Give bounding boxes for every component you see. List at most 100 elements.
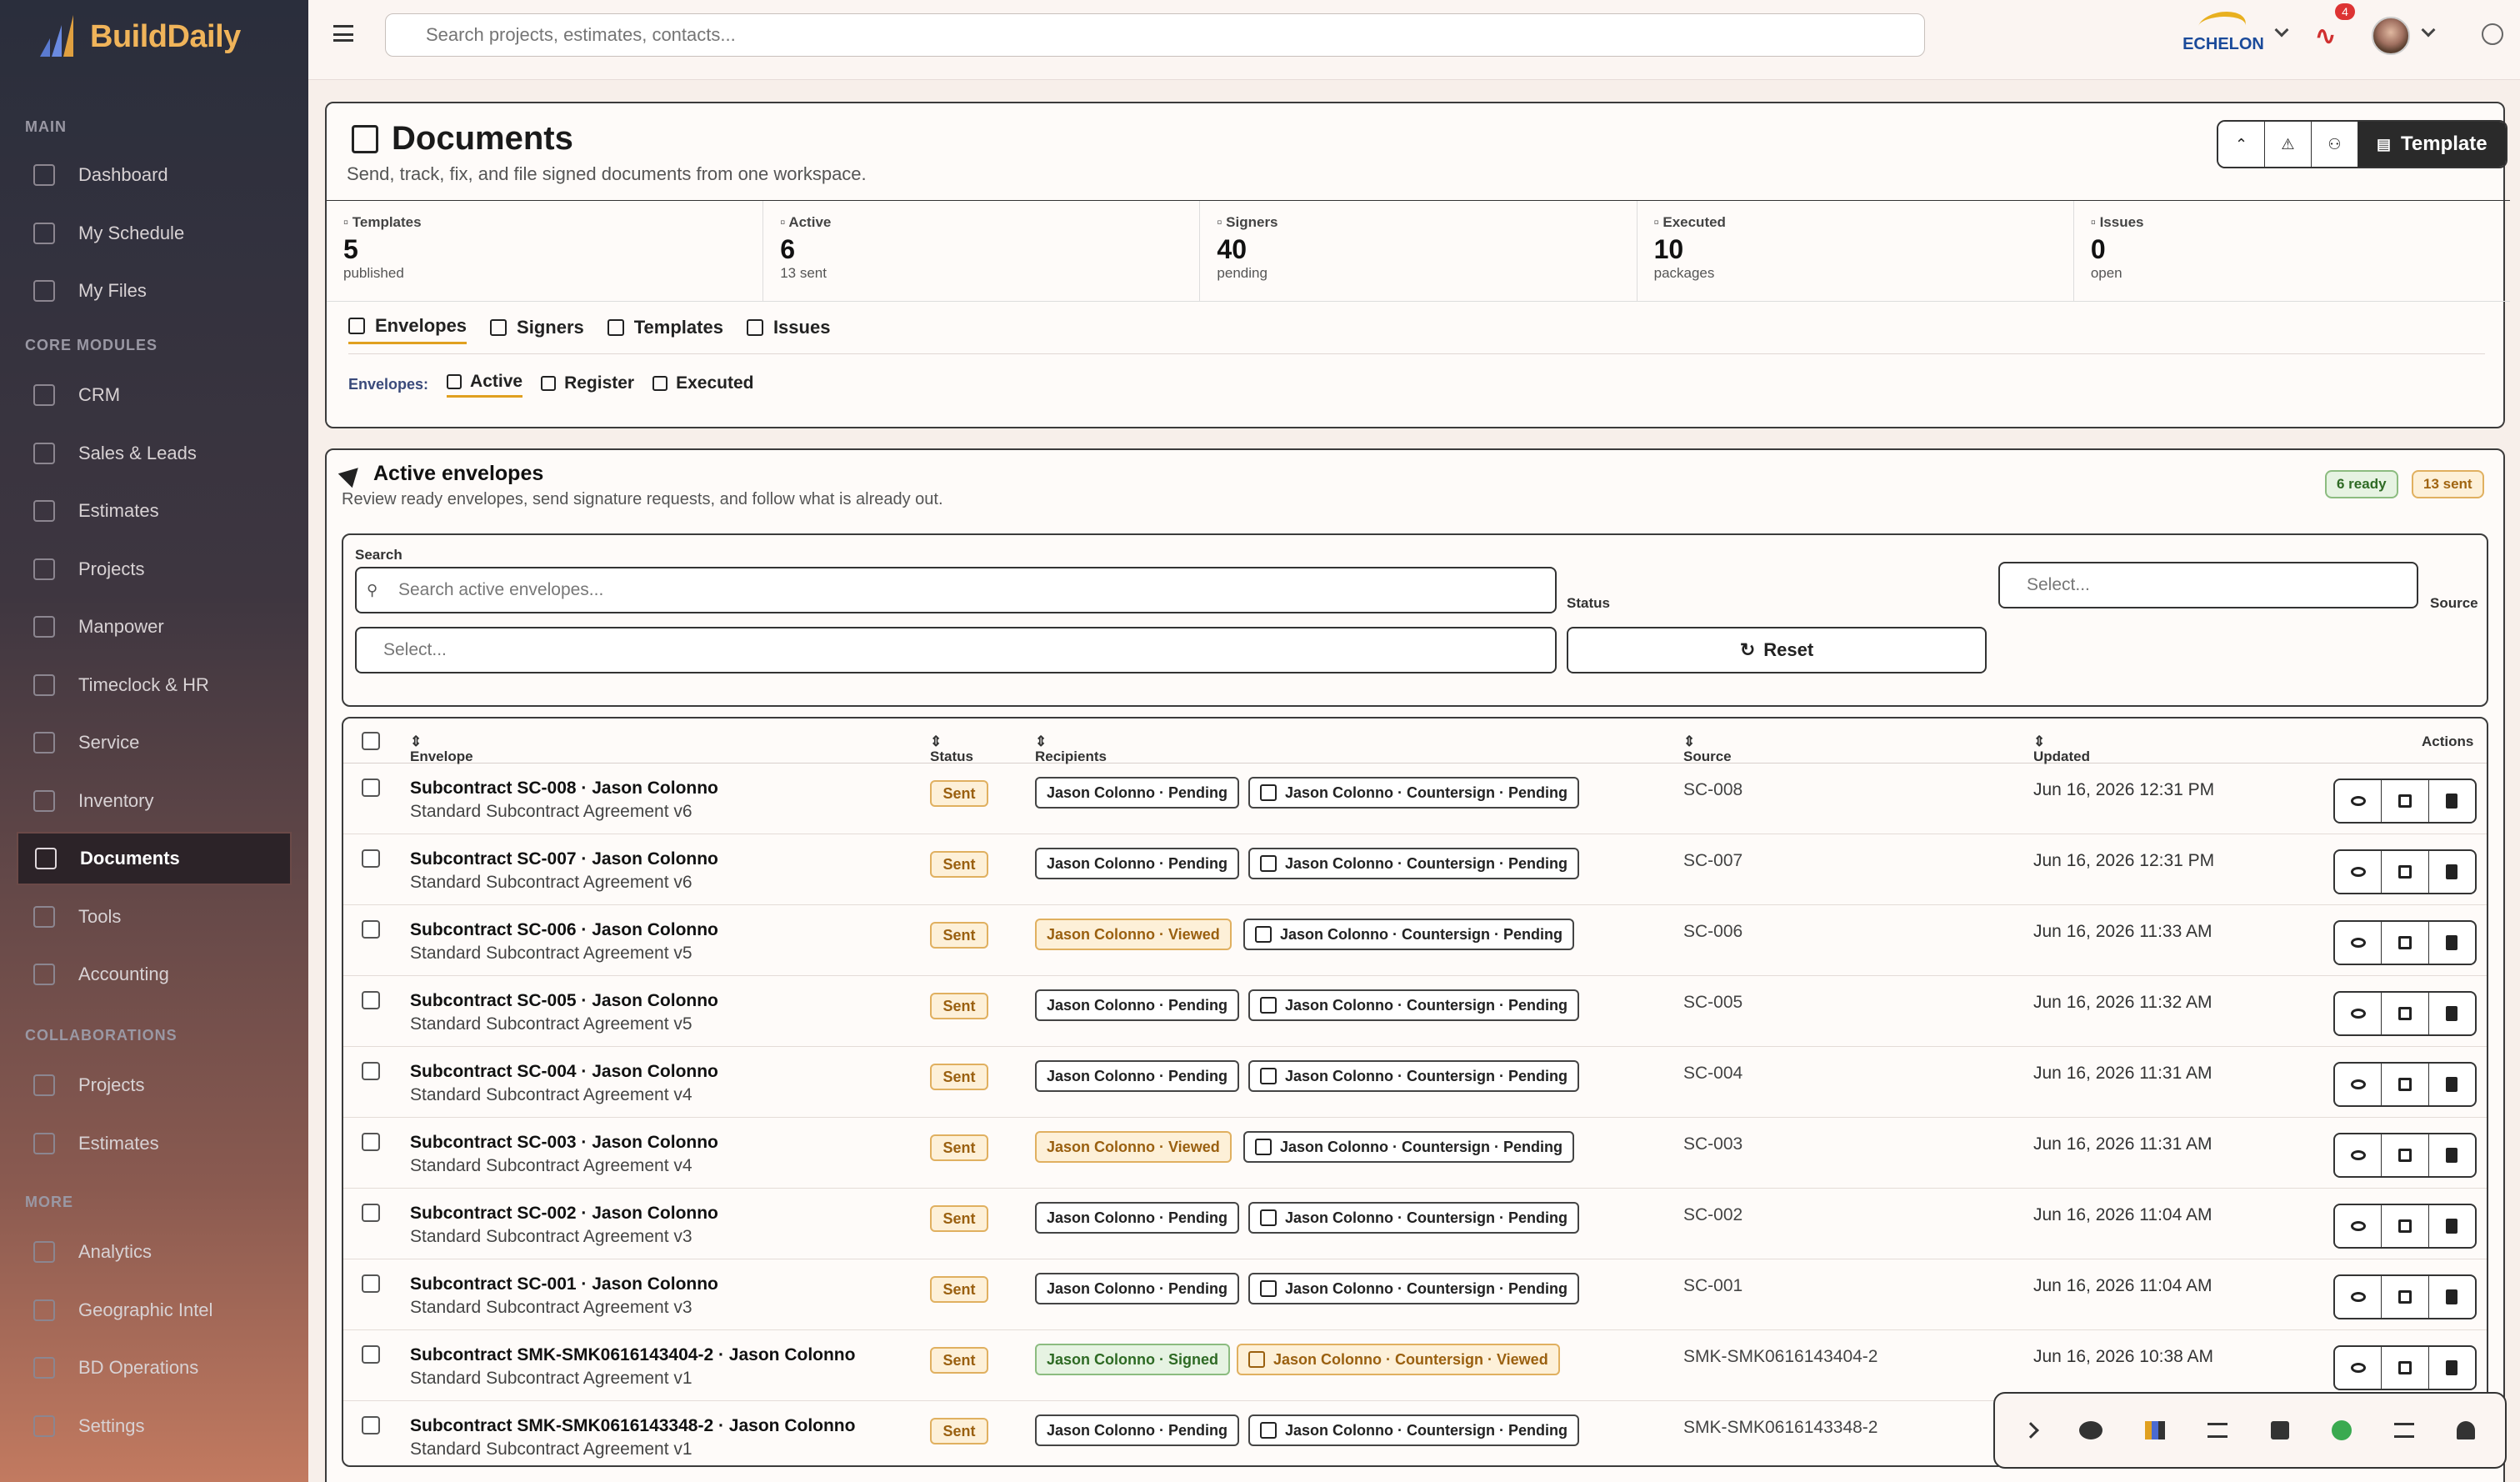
edit-button[interactable]: [2382, 851, 2429, 893]
sidebar-item-my-files[interactable]: My Files: [17, 264, 292, 318]
chevron-up-icon[interactable]: ⌃: [2218, 122, 2265, 167]
edit-button[interactable]: [2382, 1205, 2429, 1247]
chevron-down-icon[interactable]: [2274, 23, 2289, 38]
row-checkbox[interactable]: [362, 1133, 380, 1151]
countersign-badge[interactable]: Jason Colonno · Countersign · Pending: [1248, 1060, 1579, 1092]
countersign-badge[interactable]: Jason Colonno · Countersign · Pending: [1243, 1131, 1574, 1163]
edit-button[interactable]: [2382, 1276, 2429, 1318]
view-button[interactable]: [2335, 780, 2382, 822]
sidebar-item-sales-leads[interactable]: Sales & Leads: [17, 427, 292, 480]
table-row[interactable]: Subcontract SC-002 · Jason Colonno Standa…: [343, 1189, 2487, 1259]
chevron-down-icon[interactable]: [2421, 23, 2436, 38]
recipient-badge[interactable]: Jason Colonno · Pending: [1035, 1273, 1239, 1304]
pdf-button[interactable]: [2429, 1205, 2475, 1247]
col-status[interactable]: Status ⇕: [930, 733, 973, 764]
recipient-badge[interactable]: Jason Colonno · Viewed: [1035, 919, 1232, 950]
sidebar-item-projects[interactable]: Projects: [17, 1059, 292, 1112]
countersign-badge[interactable]: Jason Colonno · Countersign · Pending: [1248, 848, 1579, 879]
bell-icon[interactable]: [2457, 1421, 2476, 1439]
envelope-title[interactable]: Subcontract SMK-SMK0616143404-2 · Jason …: [410, 1345, 855, 1365]
chat-icon[interactable]: [2078, 1421, 2102, 1439]
subtab-register[interactable]: Register: [541, 372, 634, 398]
sidebar-item-analytics[interactable]: Analytics: [17, 1225, 292, 1279]
envelope-title[interactable]: Subcontract SC-006 · Jason Colonno: [410, 920, 718, 940]
pdf-button[interactable]: [2429, 1276, 2475, 1318]
table-row[interactable]: Subcontract SC-005 · Jason Colonno Standa…: [343, 976, 2487, 1047]
sidebar-item-geographic-intel[interactable]: Geographic Intel: [17, 1284, 292, 1337]
row-checkbox[interactable]: [362, 991, 380, 1009]
envelope-title[interactable]: Subcontract SC-002 · Jason Colonno: [410, 1204, 718, 1224]
row-checkbox[interactable]: [362, 1204, 380, 1222]
tab-signers[interactable]: Signers: [490, 315, 584, 344]
envelope-title[interactable]: Subcontract SC-003 · Jason Colonno: [410, 1133, 718, 1153]
recipient-badge[interactable]: Jason Colonno · Pending: [1035, 989, 1239, 1021]
view-button[interactable]: [2335, 1276, 2382, 1318]
countersign-badge[interactable]: Jason Colonno · Countersign · Viewed: [1237, 1344, 1560, 1375]
pdf-button[interactable]: [2429, 1064, 2475, 1105]
company-logo[interactable]: ECHELON: [2173, 8, 2273, 60]
row-checkbox[interactable]: [362, 920, 380, 939]
table-row[interactable]: Subcontract SMK-SMK0616143404-2 · Jason …: [343, 1330, 2487, 1401]
table-row[interactable]: Subcontract SC-004 · Jason Colonno Standa…: [343, 1047, 2487, 1118]
row-checkbox[interactable]: [362, 1062, 380, 1080]
sidebar-item-dashboard[interactable]: Dashboard: [17, 148, 292, 202]
table-row[interactable]: Subcontract SC-003 · Jason Colonno Standa…: [343, 1118, 2487, 1189]
sidebar-item-manpower[interactable]: Manpower: [17, 600, 292, 653]
col-source[interactable]: Source ⇕: [1683, 733, 1732, 764]
sidebar-item-bd-operations[interactable]: BD Operations: [17, 1341, 292, 1394]
edit-button[interactable]: [2382, 922, 2429, 964]
edit-button[interactable]: [2382, 1347, 2429, 1389]
status-select[interactable]: Select...: [1998, 562, 2418, 608]
edit-button[interactable]: [2382, 780, 2429, 822]
sidebar-item-tools[interactable]: Tools: [17, 890, 292, 944]
row-checkbox[interactable]: [362, 849, 380, 868]
row-checkbox[interactable]: [362, 1345, 380, 1364]
view-button[interactable]: [2335, 1134, 2382, 1176]
select-all-checkbox[interactable]: [362, 732, 380, 750]
sidebar-item-accounting[interactable]: Accounting: [17, 948, 292, 1001]
sidebar-item-settings[interactable]: Settings: [17, 1399, 292, 1453]
col-recipients[interactable]: Recipients ⇕: [1035, 733, 1107, 764]
sidebar-item-documents[interactable]: Documents: [17, 832, 292, 885]
pdf-button[interactable]: [2429, 993, 2475, 1034]
edit-button[interactable]: [2382, 1134, 2429, 1176]
note-icon[interactable]: [2270, 1421, 2289, 1439]
subtab-active[interactable]: Active: [447, 372, 523, 398]
row-checkbox[interactable]: [362, 779, 380, 797]
sidebar-item-estimates[interactable]: Estimates: [17, 1117, 292, 1170]
view-button[interactable]: [2335, 1347, 2382, 1389]
avatar[interactable]: [2372, 17, 2410, 55]
subtab-executed[interactable]: Executed: [652, 372, 753, 398]
menu-icon[interactable]: [333, 25, 353, 42]
countersign-badge[interactable]: Jason Colonno · Countersign · Pending: [1248, 989, 1579, 1021]
countersign-badge[interactable]: Jason Colonno · Countersign · Pending: [1248, 1202, 1579, 1234]
table-row[interactable]: Subcontract SC-008 · Jason Colonno Standa…: [343, 764, 2487, 834]
row-checkbox[interactable]: [362, 1416, 380, 1434]
global-search-input[interactable]: [385, 13, 1925, 57]
view-button[interactable]: [2335, 993, 2382, 1034]
status-indicator-icon[interactable]: [2331, 1420, 2352, 1440]
sidebar-item-estimates[interactable]: Estimates: [17, 484, 292, 538]
source-select[interactable]: Select...: [355, 627, 1557, 673]
envelope-title[interactable]: Subcontract SC-004 · Jason Colonno: [410, 1062, 718, 1082]
table-row[interactable]: Subcontract SC-006 · Jason Colonno Standa…: [343, 905, 2487, 976]
pdf-button[interactable]: [2429, 780, 2475, 822]
warning-icon[interactable]: ⚠: [2265, 122, 2312, 167]
countersign-badge[interactable]: Jason Colonno · Countersign · Pending: [1248, 1414, 1579, 1446]
view-button[interactable]: [2335, 922, 2382, 964]
users-icon[interactable]: ⚇: [2312, 122, 2358, 167]
envelope-title[interactable]: Subcontract SC-005 · Jason Colonno: [410, 991, 718, 1011]
table-row[interactable]: Subcontract SC-001 · Jason Colonno Standa…: [343, 1259, 2487, 1330]
checklist-icon[interactable]: [2208, 1423, 2228, 1438]
pdf-button[interactable]: [2429, 851, 2475, 893]
envelope-search-input[interactable]: ⚲ Search active envelopes...: [355, 567, 1557, 613]
tab-envelopes[interactable]: Envelopes: [348, 315, 468, 344]
view-button[interactable]: [2335, 851, 2382, 893]
list-icon[interactable]: [2394, 1423, 2415, 1438]
sidebar-item-service[interactable]: Service: [17, 716, 292, 769]
sidebar-item-projects[interactable]: Projects: [17, 543, 292, 596]
col-updated[interactable]: Updated ⇕: [2033, 733, 2090, 764]
col-envelope[interactable]: Envelope ⇕: [410, 733, 473, 764]
recipient-badge[interactable]: Jason Colonno · Pending: [1035, 777, 1239, 809]
edit-button[interactable]: [2382, 1064, 2429, 1105]
